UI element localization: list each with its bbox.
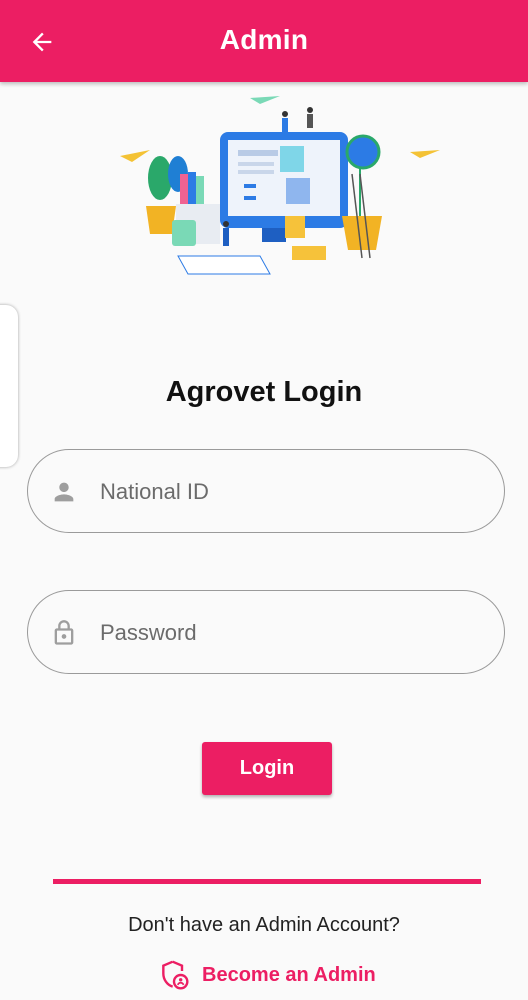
- password-field[interactable]: [27, 590, 505, 674]
- login-button[interactable]: Login: [202, 742, 332, 795]
- page-title: Admin: [219, 24, 309, 55]
- login-heading: Agrovet Login: [165, 376, 363, 408]
- paper-plane-icon: [120, 150, 150, 162]
- computer-workspace-illustration: [120, 96, 440, 275]
- admin-shield-icon: [162, 960, 189, 990]
- lock-icon: [54, 620, 74, 645]
- password-input[interactable]: [98, 611, 482, 655]
- paper-plane-icon: [410, 150, 440, 158]
- become-admin-link[interactable]: Become an Admin: [158, 958, 376, 992]
- paper-plane-icon: [250, 96, 280, 104]
- no-account-prompt: Don't have an Admin Account?: [128, 914, 400, 936]
- national-id-field[interactable]: [27, 449, 505, 533]
- national-id-input[interactable]: [98, 470, 482, 514]
- app-bar: Admin: [0, 0, 528, 82]
- divider: [53, 879, 481, 884]
- person-icon: [54, 482, 74, 502]
- become-admin-label: Become an Admin: [202, 963, 376, 986]
